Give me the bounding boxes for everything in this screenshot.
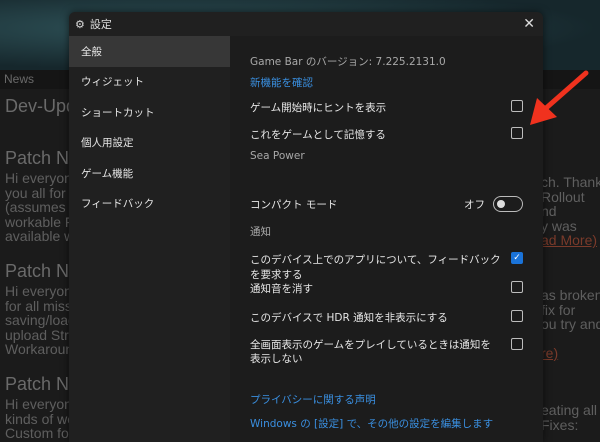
red-arrow-annotation <box>530 70 589 125</box>
